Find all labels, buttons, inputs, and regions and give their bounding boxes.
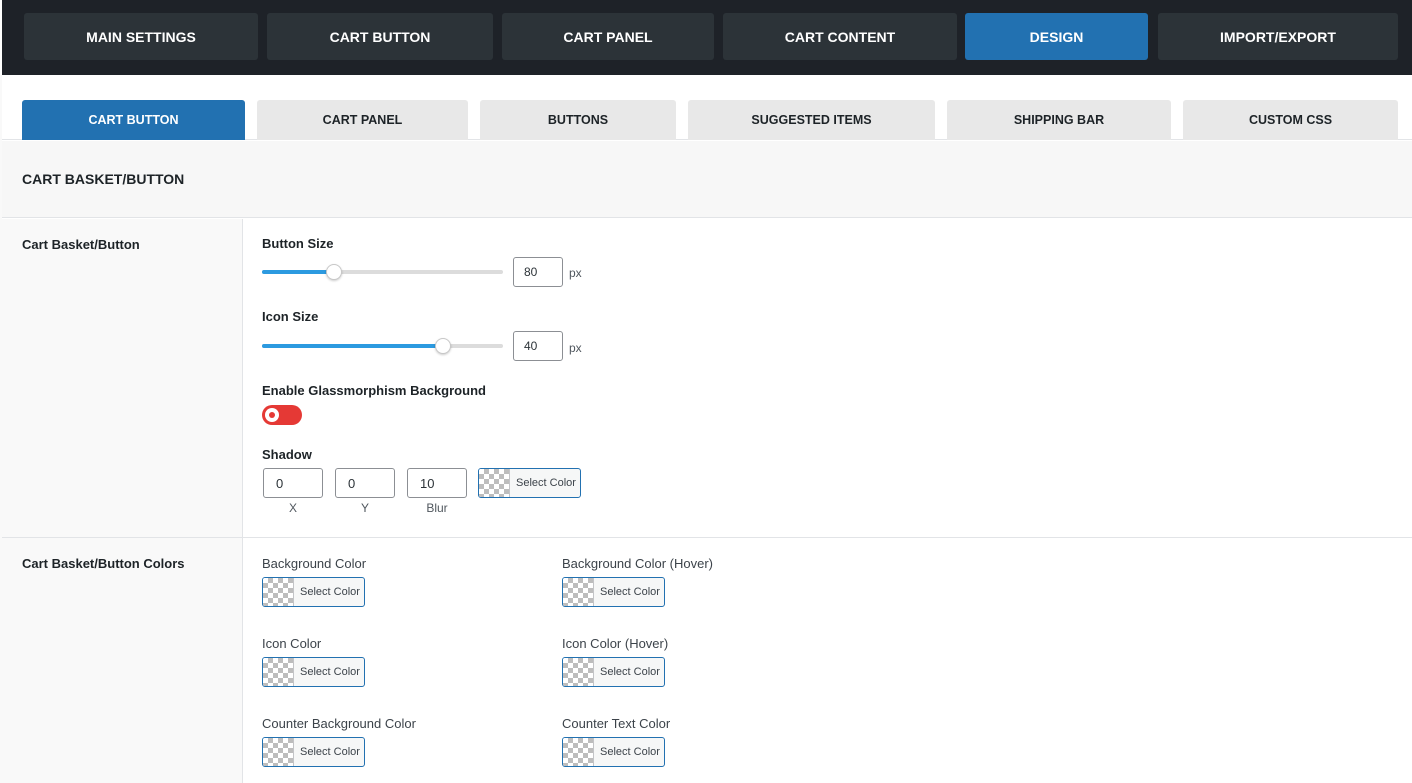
select-color-label: Select Color xyxy=(600,586,660,598)
tab-design[interactable]: DESIGN xyxy=(965,13,1148,60)
tab-cart-content[interactable]: CART CONTENT xyxy=(723,13,957,60)
section-header: CART BASKET/BUTTON xyxy=(2,141,1412,218)
counter-bg-color-label: Counter Background Color xyxy=(262,716,416,731)
basket-colors-row: Cart Basket/Button Colors Background Col… xyxy=(2,538,1412,783)
shadow-label: Shadow xyxy=(262,447,312,462)
icon-hover-color-label: Icon Color (Hover) xyxy=(562,636,669,651)
shadow-blur-caption: Blur xyxy=(426,501,448,515)
subtab-cart-button[interactable]: CART BUTTON xyxy=(22,100,245,140)
select-color-label: Select Color xyxy=(600,666,660,678)
icon-size-slider[interactable] xyxy=(262,338,503,354)
select-color-label: Select Color xyxy=(300,746,360,758)
subtab-shipping-bar[interactable]: SHIPPING BAR xyxy=(947,100,1171,140)
shadow-x-caption: X xyxy=(288,501,297,515)
counter-bg-color-button[interactable]: Select Color xyxy=(262,737,365,767)
transparent-swatch-icon xyxy=(263,578,294,606)
tab-cart-panel[interactable]: CART PANEL xyxy=(502,13,714,60)
select-color-label: Select Color xyxy=(600,746,660,758)
icon-size-label: Icon Size xyxy=(262,309,319,324)
row-label-column: Cart Basket/Button xyxy=(2,219,243,537)
subtab-custom-css[interactable]: CUSTOM CSS xyxy=(1183,100,1398,140)
counter-text-color-button[interactable]: Select Color xyxy=(562,737,665,767)
subtab-cart-panel[interactable]: CART PANEL xyxy=(257,100,468,140)
select-color-label: Select Color xyxy=(516,477,576,489)
basket-settings-row: Cart Basket/Button Button Size 80 px Ico… xyxy=(2,219,1412,538)
counter-text-color-label: Counter Text Color xyxy=(562,716,671,731)
slider-fill xyxy=(262,344,443,348)
tab-main-settings[interactable]: MAIN SETTINGS xyxy=(24,13,258,60)
icon-size-unit: px xyxy=(569,341,582,355)
subtab-suggested-items[interactable]: SUGGESTED ITEMS xyxy=(688,100,935,140)
icon-hover-color-button[interactable]: Select Color xyxy=(562,657,665,687)
transparent-swatch-icon xyxy=(563,578,594,606)
transparent-swatch-icon xyxy=(563,738,594,766)
icon-size-input[interactable]: 40 xyxy=(513,331,563,361)
transparent-swatch-icon xyxy=(263,738,294,766)
transparent-swatch-icon xyxy=(263,658,294,686)
background-color-button[interactable]: Select Color xyxy=(262,577,365,607)
tab-cart-button[interactable]: CART BUTTON xyxy=(267,13,493,60)
settings-panel: CART BUTTON CART PANEL BUTTONS SUGGESTED… xyxy=(2,75,1412,783)
background-color-label: Background Color xyxy=(262,556,367,571)
slider-fill xyxy=(262,270,335,274)
row-body: Background Color Select Color Background… xyxy=(243,538,1412,783)
slider-thumb[interactable] xyxy=(434,338,451,354)
toggle-knob xyxy=(265,408,279,422)
section-title: CART BASKET/BUTTON xyxy=(22,171,185,187)
subtab-buttons[interactable]: BUTTONS xyxy=(480,100,676,140)
icon-color-button[interactable]: Select Color xyxy=(262,657,365,687)
row-label: Cart Basket/Button xyxy=(22,237,140,252)
icon-color-label: Icon Color xyxy=(262,636,322,651)
button-size-slider[interactable] xyxy=(262,264,503,280)
shadow-x-input[interactable]: 0 xyxy=(263,468,323,498)
transparent-swatch-icon xyxy=(479,469,510,497)
button-size-label: Button Size xyxy=(262,236,334,251)
tab-import-export[interactable]: IMPORT/EXPORT xyxy=(1158,13,1398,60)
select-color-label: Select Color xyxy=(300,666,360,678)
shadow-y-caption: Y xyxy=(360,501,369,515)
slider-thumb[interactable] xyxy=(326,264,343,280)
shadow-y-input[interactable]: 0 xyxy=(335,468,395,498)
shadow-color-button[interactable]: Select Color xyxy=(478,468,581,498)
button-size-input[interactable]: 80 xyxy=(513,257,563,287)
background-hover-color-label: Background Color (Hover) xyxy=(562,556,714,571)
row-body: Button Size 80 px Icon Size 40 px Enable… xyxy=(243,219,1412,537)
transparent-swatch-icon xyxy=(563,658,594,686)
shadow-blur-input[interactable]: 10 xyxy=(407,468,467,498)
button-size-unit: px xyxy=(569,266,582,280)
row-label-column: Cart Basket/Button Colors xyxy=(2,538,243,783)
glassmorphism-label: Enable Glassmorphism Background xyxy=(262,383,486,398)
design-subtabs: CART BUTTON CART PANEL BUTTONS SUGGESTED… xyxy=(2,75,1412,140)
main-nav-bar: MAIN SETTINGS CART BUTTON CART PANEL CAR… xyxy=(0,0,1412,75)
background-hover-color-button[interactable]: Select Color xyxy=(562,577,665,607)
select-color-label: Select Color xyxy=(300,586,360,598)
row-label: Cart Basket/Button Colors xyxy=(22,556,185,571)
glassmorphism-toggle[interactable] xyxy=(262,405,302,425)
